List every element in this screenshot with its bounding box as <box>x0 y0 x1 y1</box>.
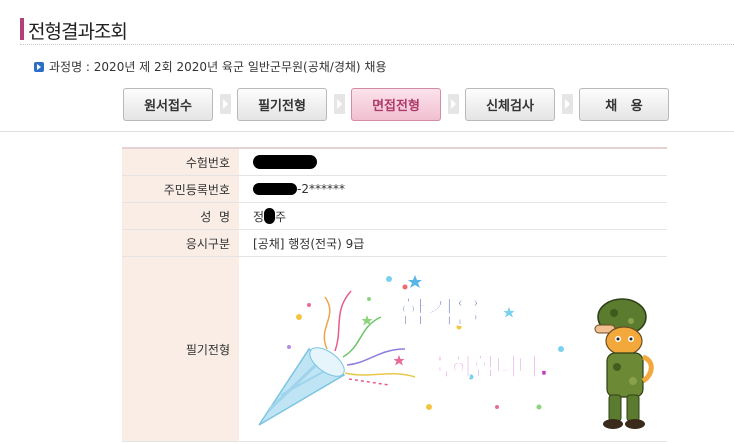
table-row: 성 명 정 주 <box>122 203 667 230</box>
name-first: 정 <box>253 209 265 224</box>
name-label: 성 명 <box>122 203 239 229</box>
course-text: 과정명 : 2020년 제 2회 2020년 육군 일반군무원(공채/경채) 채… <box>49 60 387 74</box>
course-info: 과정명 : 2020년 제 2회 2020년 육군 일반군무원(공채/경채) 채… <box>34 58 386 75</box>
table-row: 필기전형 합격을 축하합니다. <box>122 257 667 442</box>
title-accent-bar <box>20 18 24 40</box>
resident-no-value: -2****** <box>239 176 667 202</box>
step-arrow-icon <box>327 88 351 121</box>
written-exam-label: 필기전형 <box>122 257 239 441</box>
step-application[interactable]: 원서접수 <box>123 87 213 121</box>
exam-no-value <box>239 149 667 175</box>
name-value: 정 주 <box>239 203 667 229</box>
result-table: 수험번호 주민등록번호 -2****** 성 명 정 주 응시구분 [공채] 행… <box>122 147 667 442</box>
table-row: 수험번호 <box>122 149 667 176</box>
step-written-exam[interactable]: 필기전형 <box>237 87 327 121</box>
page-title: 전형결과조회 <box>28 21 128 43</box>
party-popper-icon <box>258 347 346 426</box>
step-hiring[interactable]: 채 용 <box>579 87 669 121</box>
congrats-cell: 합격을 축하합니다. <box>239 257 667 441</box>
bullet-arrow-icon <box>34 61 44 72</box>
redaction-mark <box>253 155 317 169</box>
congrats-line1: 합격을 <box>399 296 482 331</box>
category-label: 응시구분 <box>122 230 239 256</box>
step-arrow-icon <box>555 88 579 121</box>
redaction-mark <box>253 183 297 195</box>
soldier-character-icon <box>594 298 654 429</box>
title-divider <box>20 44 734 45</box>
exam-no-label: 수험번호 <box>122 149 239 175</box>
steps-divider <box>0 131 734 132</box>
step-arrow-icon <box>441 88 465 121</box>
name-last: 주 <box>275 209 287 224</box>
step-interview[interactable]: 면접전형 <box>351 87 441 121</box>
table-row: 주민등록번호 -2****** <box>122 176 667 203</box>
resident-no-label: 주민등록번호 <box>122 176 239 202</box>
step-physical-exam[interactable]: 신체검사 <box>465 87 555 121</box>
redaction-mark <box>264 208 276 224</box>
process-steps: 원서접수 필기전형 면접전형 신체검사 채 용 <box>123 87 669 121</box>
step-arrow-icon <box>213 88 237 121</box>
congrats-line2: 축하합니다. <box>429 353 549 381</box>
congratulations-image: 합격을 축하합니다. <box>258 275 654 429</box>
resident-no-text: -2****** <box>297 182 345 196</box>
category-value: [공채] 행정(전국) 9급 <box>253 236 365 251</box>
page-header: 전형결과조회 <box>20 14 734 50</box>
table-row: 응시구분 [공채] 행정(전국) 9급 <box>122 230 667 257</box>
